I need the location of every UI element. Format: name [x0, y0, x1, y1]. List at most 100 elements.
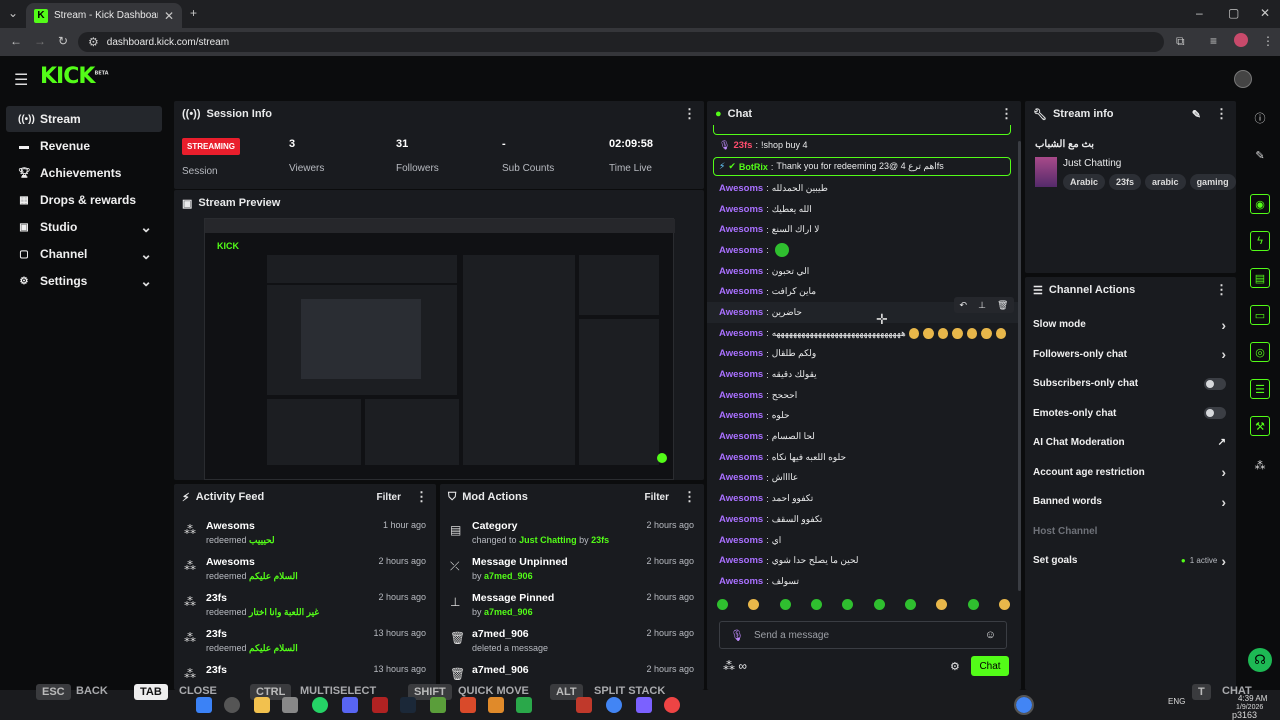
app-icon[interactable]: [576, 697, 592, 713]
preview-video[interactable]: KICK: [204, 218, 675, 480]
tab-search-icon[interactable]: ⌄: [8, 6, 18, 20]
more-options-icon[interactable]: ⋮: [683, 489, 696, 505]
tag[interactable]: Arabic: [1063, 174, 1106, 190]
new-tab-icon[interactable]: +: [190, 6, 197, 20]
tag[interactable]: arabic: [1145, 174, 1186, 190]
close-tab-icon[interactable]: ✕: [164, 9, 174, 23]
emote-icon[interactable]: [936, 599, 948, 610]
chat-message[interactable]: Awesoms: تكفوو السقف: [707, 509, 1019, 530]
chat-message[interactable]: Awesoms: تسولف: [707, 571, 1019, 592]
sidebar-item-drops[interactable]: ▦ Drops & rewards: [6, 187, 162, 213]
list-item[interactable]: 🗑︎ a7med_906 deleted a message 2 hours ago: [440, 628, 704, 664]
emote-icon[interactable]: [748, 599, 760, 610]
extensions-icon[interactable]: ⧉: [1176, 34, 1185, 49]
chat-message[interactable]: Awesoms: يقولك دقيقه: [707, 364, 1019, 385]
emote-icon[interactable]: [998, 599, 1010, 610]
tag[interactable]: 23fs: [1109, 174, 1142, 190]
list-item[interactable]: ▤ Category changed to Just Chatting by 23f…: [440, 520, 704, 556]
search-icon[interactable]: [224, 697, 240, 713]
chat-message[interactable]: Awesoms: الي تحبون: [707, 261, 1019, 282]
support-headset-icon[interactable]: ☊: [1248, 648, 1272, 672]
chat-message[interactable]: Awesoms: طيبين الحمدلله: [707, 178, 1019, 199]
chat-message[interactable]: 🎙︎ 23fs: !shop buy 4: [707, 135, 1007, 156]
user-avatar[interactable]: [1234, 70, 1252, 88]
emote-icon[interactable]: [904, 599, 916, 610]
sidebar-item-stream[interactable]: ((•)) Stream: [6, 106, 162, 132]
trash-icon[interactable]: 🗑︎: [997, 300, 1008, 311]
reply-icon[interactable]: ↶: [960, 300, 968, 311]
points-icon[interactable]: ⁂: [1250, 455, 1270, 475]
info-icon[interactable]: ⓘ: [1250, 108, 1270, 128]
chat-username[interactable]: Awesoms: [719, 369, 763, 380]
more-options-icon[interactable]: ⋮: [683, 106, 696, 122]
browser-tab[interactable]: K Stream - Kick Dashboard ✕: [26, 3, 182, 28]
discord-icon[interactable]: [342, 697, 358, 713]
sidebar-item-revenue[interactable]: ▬ Revenue: [6, 133, 162, 159]
emote-icon[interactable]: [810, 599, 822, 610]
chat-message[interactable]: Awesoms: لا اراك السنع: [707, 219, 1019, 240]
app-icon[interactable]: [372, 697, 388, 713]
site-info-icon[interactable]: ⚙: [88, 35, 99, 49]
emote-icon[interactable]: [779, 599, 791, 610]
chat-message[interactable]: Awesoms: لحا الصسام: [707, 426, 1019, 447]
chat-username[interactable]: Awesoms: [719, 328, 763, 339]
emoji-icon[interactable]: ☺: [985, 629, 996, 641]
app-icon[interactable]: [636, 697, 652, 713]
reload-icon[interactable]: ↻: [58, 34, 68, 48]
list-item[interactable]: ⤫ Message Unpinned by a7med_906 2 hours ago: [440, 556, 704, 592]
emote-icon[interactable]: [873, 599, 885, 610]
minecraft-icon[interactable]: [430, 697, 446, 713]
chat-message[interactable]: Awesoms: تكفوو احمد: [707, 488, 1019, 509]
followers-only-row[interactable]: Followers-only chat ›: [1025, 340, 1236, 370]
pin-icon[interactable]: ⊥: [978, 300, 986, 311]
chat-message[interactable]: Awesoms: الله يعطيك: [707, 199, 1019, 220]
chat-username[interactable]: Awesoms: [719, 224, 763, 235]
chat-message[interactable]: Awesoms: هههههههههههههههههههههههههههههههه: [707, 323, 1019, 344]
chrome-icon[interactable]: [606, 697, 622, 713]
sidebar-item-channel[interactable]: ▢ Channel ⌄: [6, 241, 162, 267]
tab-list-icon[interactable]: ≡: [1210, 34, 1217, 48]
hamburger-menu-icon[interactable]: ☰: [14, 70, 28, 90]
sidebar-item-settings[interactable]: ⚙ Settings ⌄: [6, 268, 162, 294]
emote-icon[interactable]: [717, 599, 728, 610]
more-options-icon[interactable]: ⋮: [1215, 282, 1228, 298]
browser-menu-icon[interactable]: ⋮: [1262, 34, 1274, 48]
edit-icon[interactable]: ✎: [1250, 145, 1270, 165]
chat-username[interactable]: Awesoms: [719, 493, 763, 504]
emotes-only-toggle[interactable]: [1204, 407, 1226, 420]
broadcast-icon[interactable]: ◎: [1250, 342, 1270, 362]
chat-username[interactable]: Awesoms: [719, 555, 763, 566]
lightning-icon[interactable]: ϟ: [1250, 231, 1270, 251]
settings-icon[interactable]: [282, 697, 298, 713]
chat-username[interactable]: Awesoms: [719, 514, 763, 525]
list-item[interactable]: ⁂ Awesoms redeemed لحيييب 1 hour ago: [174, 520, 436, 556]
points-icon[interactable]: ⁂ ∞: [723, 659, 747, 673]
chat-username[interactable]: Awesoms: [719, 245, 763, 256]
chat-username[interactable]: Awesoms: [719, 452, 763, 463]
chat-message[interactable]: Awesoms: لحين ما يصلح حدا شوي: [707, 550, 1019, 571]
chat-username[interactable]: Awesoms: [719, 576, 763, 587]
stream-category[interactable]: Just Chatting: [1063, 158, 1121, 169]
chat-message[interactable]: Awesoms: عااااش: [707, 468, 1019, 489]
more-options-icon[interactable]: ⋮: [1215, 106, 1228, 122]
minimize-icon[interactable]: –: [1196, 6, 1203, 20]
slow-mode-row[interactable]: Slow mode ›: [1025, 310, 1236, 340]
chat-username[interactable]: Awesoms: [719, 307, 763, 318]
chat-username[interactable]: Awesoms: [719, 410, 763, 421]
more-options-icon[interactable]: ⋮: [415, 489, 428, 505]
set-goals-row[interactable]: Set goals ● 1 active ›: [1025, 546, 1236, 576]
chat-message[interactable]: Awesoms: ولكم طلقال: [707, 344, 1019, 365]
address-bar[interactable]: ⚙ dashboard.kick.com/stream: [78, 32, 1164, 52]
list-icon[interactable]: ☰: [1250, 379, 1270, 399]
banned-words-row[interactable]: Banned words ›: [1025, 487, 1236, 517]
chat-username[interactable]: BotRix: [739, 162, 768, 172]
wrench-icon[interactable]: ⚒: [1250, 416, 1270, 436]
subscribers-only-toggle[interactable]: [1204, 377, 1226, 390]
chat-message[interactable]: Awesoms: حلوه: [707, 406, 1019, 427]
chat-username[interactable]: Awesoms: [719, 472, 763, 483]
filter-button[interactable]: Filter: [377, 492, 401, 503]
windows-start-icon[interactable]: [196, 697, 212, 713]
app-icon[interactable]: [460, 697, 476, 713]
chat-message[interactable]: Awesoms:: [707, 240, 1019, 261]
edit-pencil-icon[interactable]: ✎: [1192, 108, 1201, 121]
